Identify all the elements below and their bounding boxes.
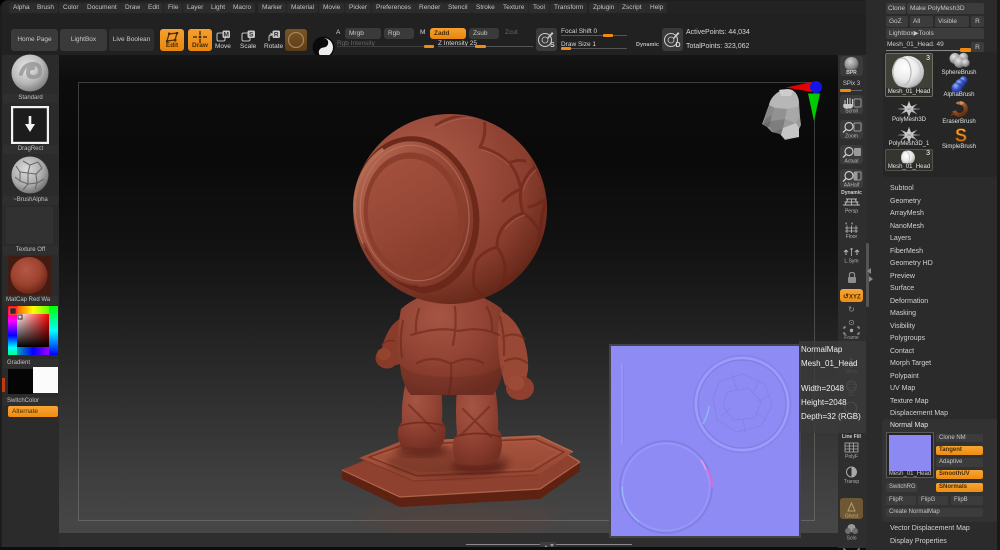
svg-text:BPR: BPR xyxy=(846,70,857,76)
svg-text:Solo: Solo xyxy=(846,536,856,542)
svg-text:M: M xyxy=(223,32,228,39)
svg-text:R: R xyxy=(274,32,279,39)
svg-text:▾: ▾ xyxy=(851,221,854,226)
svg-text:Frame: Frame xyxy=(844,335,859,340)
svg-text:Actual: Actual xyxy=(845,159,859,165)
svg-text:Floor: Floor xyxy=(846,234,858,239)
svg-text:Persp: Persp xyxy=(845,209,858,215)
svg-text:L.Sym: L.Sym xyxy=(844,259,858,265)
svg-text:AAHalf: AAHalf xyxy=(844,183,860,189)
svg-text:Scroll: Scroll xyxy=(845,109,858,115)
svg-text:S: S xyxy=(955,126,967,144)
svg-text:Zoom: Zoom xyxy=(845,134,858,140)
svg-text:XYZ: XYZ xyxy=(849,295,861,301)
svg-text:Ghost: Ghost xyxy=(845,514,859,520)
svg-text:S: S xyxy=(249,32,254,39)
svg-text:PolyF: PolyF xyxy=(845,454,858,459)
svg-text:S: S xyxy=(550,42,555,49)
svg-text:D: D xyxy=(676,42,681,49)
svg-text:Transp: Transp xyxy=(844,479,860,484)
svg-text:▾: ▾ xyxy=(845,221,848,226)
